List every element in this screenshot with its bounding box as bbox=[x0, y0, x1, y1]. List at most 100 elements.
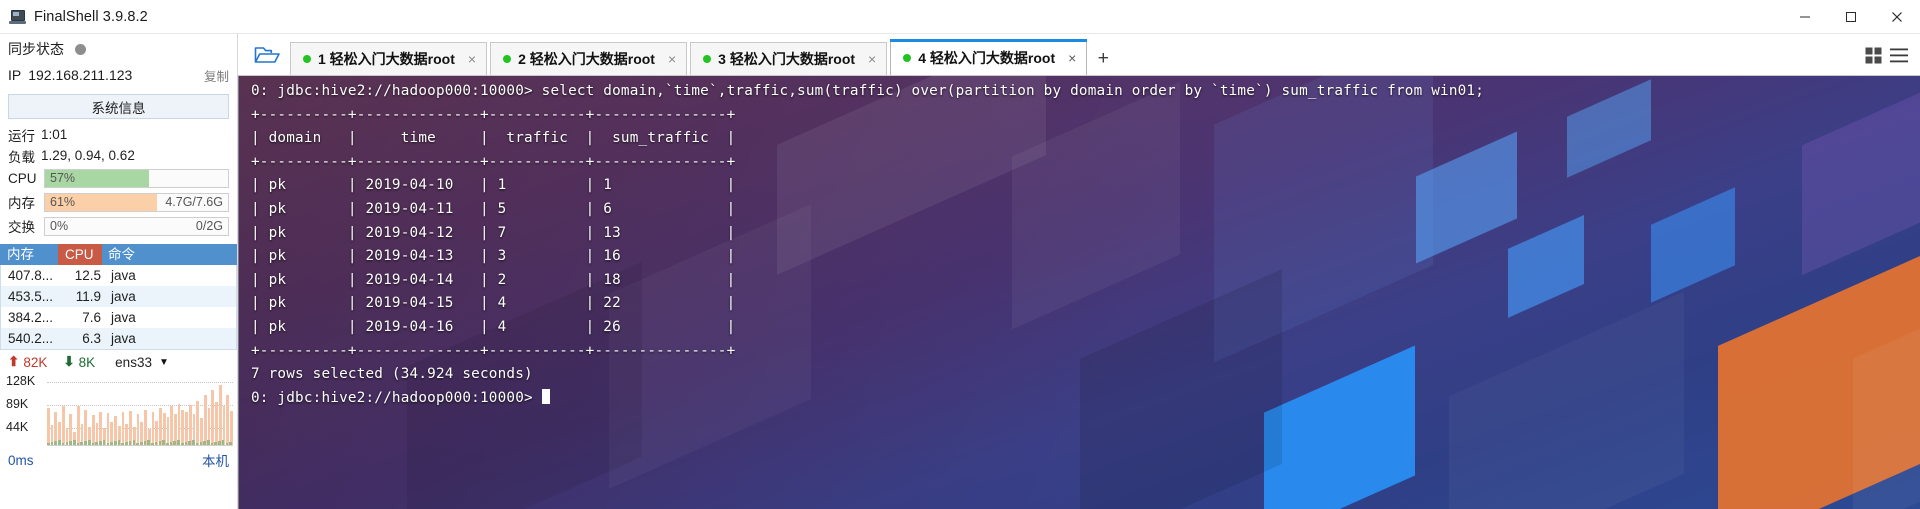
terminal-panel[interactable]: 0: jdbc:hive2://hadoop000:10000> select … bbox=[238, 76, 1920, 509]
swap-meter-label: 交换 bbox=[8, 220, 35, 235]
uptime-row: 运行 1:01 bbox=[0, 124, 237, 145]
cpu-meter-row: CPU 57% bbox=[0, 166, 237, 190]
column-header-memory[interactable]: 内存 bbox=[0, 244, 58, 265]
tab-close-icon[interactable]: × bbox=[868, 51, 876, 67]
ip-value: 192.168.211.123 bbox=[28, 67, 133, 83]
tab-close-icon[interactable]: × bbox=[668, 51, 676, 67]
cpu-meter-label: CPU bbox=[8, 170, 37, 186]
chart-bar bbox=[211, 389, 215, 445]
column-header-command[interactable]: 命令 bbox=[102, 244, 237, 265]
tab-status-dot bbox=[903, 53, 912, 62]
terminal-table-row: | pk | 2019-04-12 | 7 | 13 | bbox=[251, 224, 736, 241]
grid-layout-icon[interactable] bbox=[1860, 35, 1886, 75]
chart-x-axis bbox=[47, 445, 233, 446]
new-tab-button[interactable]: + bbox=[1090, 42, 1116, 75]
tab-3[interactable]: 3 轻松入门大数据root × bbox=[690, 42, 888, 75]
memory-meter-detail: 4.7G/7.6G bbox=[165, 194, 223, 209]
chevron-down-icon[interactable]: ▼ bbox=[159, 357, 169, 368]
tab-label: 2 轻松入门大数据root bbox=[518, 51, 655, 67]
process-table: 内存 CPU 命令 407.8... 12.5 java 453.5... 11… bbox=[0, 244, 237, 350]
swap-meter-detail: 0/2G bbox=[195, 218, 223, 233]
chart-bar bbox=[226, 395, 229, 445]
table-row[interactable]: 540.2... 6.3 java bbox=[1, 328, 236, 349]
chart-y-label: 44K bbox=[6, 420, 29, 434]
ip-row: IP 192.168.211.123 复制 bbox=[0, 62, 237, 88]
right-pane: 1 轻松入门大数据root × 2 轻松入门大数据root × 3 轻松入门大数… bbox=[238, 34, 1920, 509]
tab-label: 3 轻松入门大数据root bbox=[718, 51, 856, 67]
terminal-cursor bbox=[541, 388, 550, 404]
sync-status-row: 同步状态 bbox=[0, 36, 237, 62]
ip-label: IP bbox=[8, 67, 22, 83]
uptime-label: 运行 bbox=[8, 128, 35, 144]
app-title: FinalShell 3.9.8.2 bbox=[34, 8, 148, 25]
chart-bar bbox=[218, 385, 222, 445]
cell-command: java bbox=[111, 310, 136, 325]
table-row[interactable]: 384.2... 7.6 java bbox=[1, 307, 236, 328]
minimize-button[interactable] bbox=[1782, 0, 1828, 34]
tab-status-dot bbox=[503, 55, 512, 63]
close-button[interactable] bbox=[1874, 0, 1920, 34]
tab-4[interactable]: 4 轻松入门大数据root × bbox=[890, 39, 1088, 75]
network-traffic-chart: 128K 89K 44K bbox=[2, 374, 233, 449]
terminal-separator: +----------+--------------+-----------+-… bbox=[251, 106, 736, 123]
copy-ip-button[interactable]: 复制 bbox=[204, 66, 229, 85]
network-summary-row: ⬆ 82K ⬇ 8K ens33 ▼ bbox=[0, 350, 237, 374]
cell-memory: 453.5... bbox=[8, 289, 54, 304]
tab-close-icon[interactable]: × bbox=[1068, 50, 1076, 66]
network-upload-value: 82K bbox=[23, 354, 48, 370]
tab-1[interactable]: 1 轻松入门大数据root × bbox=[290, 42, 488, 75]
arrow-up-icon: ⬆ bbox=[8, 354, 20, 369]
terminal-final-prompt: 0: jdbc:hive2://hadoop000:10000> bbox=[251, 389, 542, 406]
terminal-table-row: | pk | 2019-04-15 | 4 | 22 | bbox=[251, 295, 736, 312]
process-table-header: 内存 CPU 命令 bbox=[0, 244, 237, 265]
terminal-separator: +----------+--------------+-----------+-… bbox=[251, 153, 736, 170]
chart-y-label: 89K bbox=[6, 397, 29, 411]
chart-bar bbox=[196, 400, 200, 445]
tab-2[interactable]: 2 轻松入门大数据root × bbox=[490, 42, 688, 75]
sync-status-label: 同步状态 bbox=[8, 41, 64, 57]
ping-value: 0ms bbox=[8, 452, 34, 468]
open-folder-icon[interactable] bbox=[244, 35, 290, 75]
network-interface-selector[interactable]: ens33 bbox=[115, 355, 152, 370]
terminal-separator: +----------+--------------+-----------+-… bbox=[251, 342, 736, 359]
terminal-output: 0: jdbc:hive2://hadoop000:10000> select … bbox=[251, 80, 1920, 509]
cell-cpu: 6.3 bbox=[82, 331, 101, 346]
tab-status-dot bbox=[703, 55, 712, 63]
swap-meter-row: 交换 0% 0/2G bbox=[0, 214, 237, 238]
cell-memory: 384.2... bbox=[8, 310, 54, 325]
app-monitor-icon bbox=[9, 9, 26, 24]
tab-label: 1 轻松入门大数据root bbox=[318, 51, 455, 67]
maximize-button[interactable] bbox=[1828, 0, 1874, 34]
chart-y-label: 128K bbox=[6, 374, 36, 388]
cell-cpu: 7.6 bbox=[82, 310, 101, 325]
table-row[interactable]: 407.8... 12.5 java bbox=[1, 265, 236, 286]
tab-bar: 1 轻松入门大数据root × 2 轻松入门大数据root × 3 轻松入门大数… bbox=[238, 34, 1920, 76]
cell-memory: 540.2... bbox=[8, 331, 54, 346]
tab-status-dot bbox=[303, 55, 311, 63]
terminal-table-row: | pk | 2019-04-14 | 2 | 18 | bbox=[251, 271, 736, 288]
hamburger-menu-icon[interactable] bbox=[1886, 35, 1912, 75]
tab-close-icon[interactable]: × bbox=[468, 51, 476, 67]
sync-status-indicator bbox=[75, 43, 86, 55]
cell-command: java bbox=[111, 268, 136, 283]
terminal-table-header: | domain | time | traffic | sum_traffic … bbox=[251, 130, 736, 147]
sidebar: 同步状态 IP 192.168.211.123 复制 系统信息 运行 1:01 … bbox=[0, 34, 238, 509]
memory-meter-row: 内存 61% 4.7G/7.6G bbox=[0, 190, 237, 214]
cell-cpu: 11.9 bbox=[75, 289, 101, 304]
chart-bar bbox=[177, 403, 181, 445]
terminal-table-row: | pk | 2019-04-10 | 1 | 1 | bbox=[251, 177, 736, 194]
memory-meter-percent: 61% bbox=[50, 194, 76, 209]
ping-target-label: 本机 bbox=[202, 454, 229, 469]
column-header-cpu[interactable]: CPU bbox=[58, 244, 102, 265]
terminal-prompt-line: 0: jdbc:hive2://hadoop000:10000> select … bbox=[251, 83, 1485, 99]
swap-meter-bar: 0% 0/2G bbox=[44, 216, 229, 236]
chart-bar bbox=[215, 402, 218, 445]
terminal-result-line: 7 rows selected (34.924 seconds) bbox=[251, 366, 533, 383]
cell-command: java bbox=[111, 289, 136, 304]
system-info-button[interactable]: 系统信息 bbox=[8, 94, 229, 119]
ping-row: 0ms 本机 bbox=[0, 449, 237, 471]
cell-command: java bbox=[111, 331, 136, 346]
table-row[interactable]: 453.5... 11.9 java bbox=[1, 286, 236, 307]
terminal-table-row: | pk | 2019-04-13 | 3 | 16 | bbox=[251, 248, 736, 265]
network-download-value: 8K bbox=[78, 354, 96, 370]
